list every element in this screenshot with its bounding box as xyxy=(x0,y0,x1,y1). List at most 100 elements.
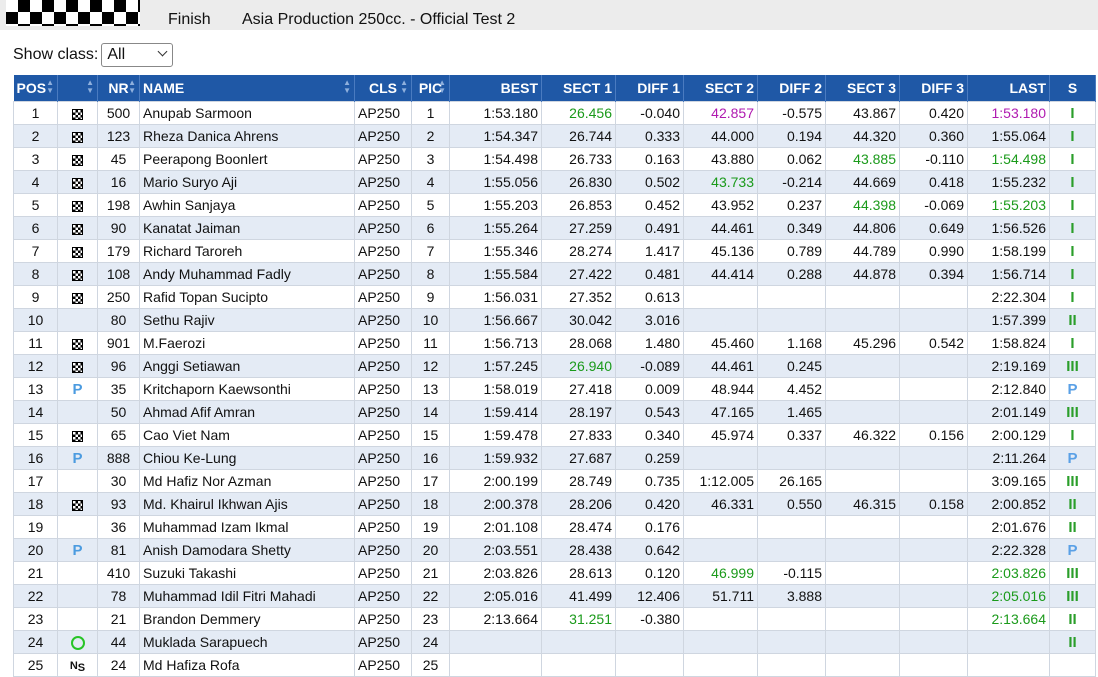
table-row[interactable]: 4 16 Mario Suryo Aji AP250 4 1:55.056 26.830 0.… xyxy=(13,170,1096,194)
table-row[interactable]: 23 21 Brandon Demmery AP250 23 2:13.664 31.251… xyxy=(13,607,1096,631)
table-row[interactable]: 5 198 Awhin Sanjaya AP250 5 1:55.203 26.853 0.4… xyxy=(13,193,1096,217)
best-value: 1:55.584 xyxy=(483,266,539,282)
table-row[interactable]: 2 123 Rheza Danica Ahrens AP250 2 1:54.347 26.… xyxy=(13,124,1096,148)
d3-value: 0.394 xyxy=(928,266,964,282)
table-row[interactable]: 14 50 Ahmad Afif Amran AP250 14 1:59.414 28.19… xyxy=(13,400,1096,424)
s-value: II xyxy=(1068,610,1077,628)
column-header-sect1[interactable]: SECT 1 xyxy=(541,75,616,102)
last-value: 1:54.498 xyxy=(991,151,1047,167)
table-row[interactable]: 21 410 Suzuki Takashi AP250 21 2:03.826 28.613… xyxy=(13,561,1096,585)
cell-s3: 45.296 xyxy=(825,331,900,355)
cell-cls: AP250 xyxy=(354,653,412,677)
d1-value: 0.613 xyxy=(644,289,680,305)
d1-value: -0.040 xyxy=(640,105,680,121)
column-header-nr[interactable]: NR ▲ ▼ xyxy=(97,75,140,102)
cell-s1: 28.438 xyxy=(541,538,616,562)
name-value: Suzuki Takashi xyxy=(143,565,237,581)
s2-value: 48.944 xyxy=(711,381,754,397)
table-row[interactable]: 13 P 35 Kritchaporn Kaewsonthi AP250 13 1:58.0… xyxy=(13,377,1096,401)
cell-icon xyxy=(57,423,98,447)
class-select[interactable]: All xyxy=(101,43,174,67)
s1-value: 28.613 xyxy=(569,565,612,581)
s3-value: 44.398 xyxy=(853,197,896,213)
column-header-best[interactable]: BEST xyxy=(449,75,542,102)
cell-s1: 28.068 xyxy=(541,331,616,355)
nr-value: 901 xyxy=(106,335,131,351)
cell-last: 1:58.824 xyxy=(967,331,1050,355)
table-row[interactable]: 12 96 Anggi Setiawan AP250 12 1:57.245 26.940 -… xyxy=(13,354,1096,378)
cell-icon: NS xyxy=(57,653,98,677)
table-row[interactable]: 9 250 Rafid Topan Sucipto AP250 9 1:56.031 27.… xyxy=(13,285,1096,309)
table-row[interactable]: 22 78 Muhammad Idil Fitri Mahadi AP250 22 2:0… xyxy=(13,584,1096,608)
s2-value: 43.880 xyxy=(711,151,754,167)
cell-s1: 26.456 xyxy=(541,101,616,125)
table-row[interactable]: 24 44 Muklada Sarapuech AP250 24 II xyxy=(13,630,1096,654)
class-select-value: All xyxy=(107,46,126,63)
cell-d1 xyxy=(615,630,684,654)
table-row[interactable]: 7 179 Richard Taroreh AP250 7 1:55.346 28.274 1… xyxy=(13,239,1096,263)
cell-s3: 43.885 xyxy=(825,147,900,171)
cell-s: III xyxy=(1049,584,1096,608)
cell-nr: 93 xyxy=(97,492,140,516)
cell-d2: 0.062 xyxy=(757,147,826,171)
s-value: I xyxy=(1070,288,1075,306)
cell-best: 1:58.019 xyxy=(449,377,542,401)
table-row[interactable]: 20 P 81 Anish Damodara Shetty AP250 20 2:03.55… xyxy=(13,538,1096,562)
table-row[interactable]: 16 P 888 Chiou Ke-Lung AP250 16 1:59.932 27.687… xyxy=(13,446,1096,470)
table-row[interactable]: 8 108 Andy Muhammad Fadly AP250 8 1:55.584 27.… xyxy=(13,262,1096,286)
column-header-diff1[interactable]: DIFF 1 xyxy=(615,75,684,102)
pos-value: 14 xyxy=(27,404,44,420)
cell-s1: 27.259 xyxy=(541,216,616,240)
name-value: Muklada Sarapuech xyxy=(143,634,268,650)
column-header-diff2[interactable]: DIFF 2 xyxy=(757,75,826,102)
table-row[interactable]: 11 901 M.Faerozi AP250 11 1:56.713 28.068 1.480… xyxy=(13,331,1096,355)
column-header-s[interactable]: S xyxy=(1049,75,1096,102)
cell-last: 2:22.304 xyxy=(967,285,1050,309)
name-value: Chiou Ke-Lung xyxy=(143,450,237,466)
column-header-diff3[interactable]: DIFF 3 xyxy=(899,75,968,102)
table-row[interactable]: 25 NS 24 Md Hafiza Rofa AP250 25 xyxy=(13,653,1096,677)
sort-icon: ▲ ▼ xyxy=(343,78,351,95)
table-row[interactable]: 1 500 Anupab Sarmoon AP250 1 1:53.180 26.456 -0… xyxy=(13,101,1096,125)
column-header-sect3[interactable]: SECT 3 xyxy=(825,75,900,102)
column-header-pos[interactable]: POS ▲ ▼ xyxy=(13,75,58,102)
table-row[interactable]: 18 93 Md. Khairul Ikhwan Ajis AP250 18 2:00.3… xyxy=(13,492,1096,516)
pos-value: 9 xyxy=(31,289,40,305)
checkered-flag-icon xyxy=(72,338,83,350)
cls-value: AP250 xyxy=(358,243,401,259)
cls-value: AP250 xyxy=(358,657,401,673)
checkered-flag-icon xyxy=(72,131,83,143)
column-header-pic[interactable]: PIC ▲ ▼ xyxy=(411,75,450,102)
column-header-label: NR xyxy=(108,80,129,96)
s3-value: 44.789 xyxy=(853,243,896,259)
pic-value: 1 xyxy=(426,105,435,121)
cell-nr: 250 xyxy=(97,285,140,309)
cell-s3: 43.867 xyxy=(825,101,900,125)
s3-value: 46.322 xyxy=(853,427,896,443)
cell-d1: 0.481 xyxy=(615,262,684,286)
column-header-status-icon[interactable]: ▲ ▼ xyxy=(57,75,98,102)
checkered-flag-icon xyxy=(72,292,83,304)
table-row[interactable]: 6 90 Kanatat Jaiman AP250 6 1:55.264 27.259 0.4… xyxy=(13,216,1096,240)
column-header-sect2[interactable]: SECT 2 xyxy=(683,75,758,102)
pos-value: 25 xyxy=(27,657,44,673)
column-header-last[interactable]: LAST xyxy=(967,75,1050,102)
last-value: 1:58.824 xyxy=(991,335,1047,351)
column-header-cls[interactable]: CLS ▲ ▼ xyxy=(354,75,412,102)
column-header-name[interactable]: NAME ▲ ▼ xyxy=(139,75,355,102)
cell-nr: 500 xyxy=(97,101,140,125)
name-value: Mario Suryo Aji xyxy=(143,174,238,190)
cell-cls: AP250 xyxy=(354,216,412,240)
table-row[interactable]: 3 45 Peerapong Boonlert AP250 3 1:54.498 26.73… xyxy=(13,147,1096,171)
pos-value: 12 xyxy=(27,358,44,374)
cell-s2 xyxy=(683,308,758,332)
table-row[interactable]: 17 30 Md Hafiz Nor Azman AP250 17 2:00.199 28.… xyxy=(13,469,1096,493)
cell-s3 xyxy=(825,308,900,332)
s-value: I xyxy=(1070,104,1075,122)
table-row[interactable]: 15 65 Cao Viet Nam AP250 15 1:59.478 27.833 0.3… xyxy=(13,423,1096,447)
table-row[interactable]: 19 36 Muhammad Izam Ikmal AP250 19 2:01.108 28… xyxy=(13,515,1096,539)
table-row[interactable]: 10 80 Sethu Rajiv AP250 10 1:56.667 30.042 3.01… xyxy=(13,308,1096,332)
last-value: 2:11.264 xyxy=(992,450,1046,466)
d2-value: 0.550 xyxy=(786,496,822,512)
cell-nr: 35 xyxy=(97,377,140,401)
